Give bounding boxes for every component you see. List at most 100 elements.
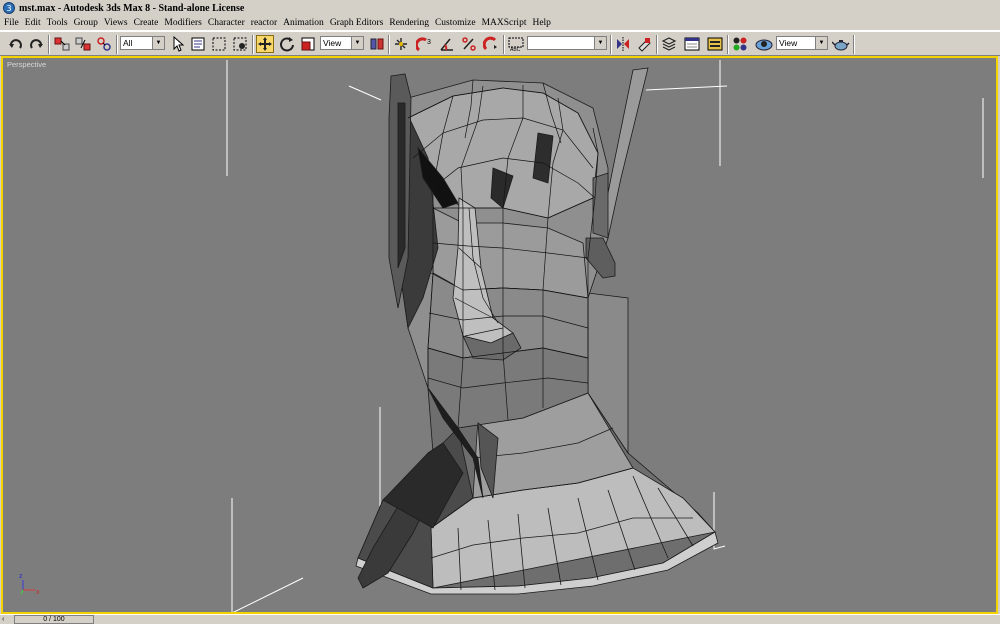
space-warp-icon bbox=[97, 37, 111, 51]
menu-graph-editors[interactable]: Graph Editors bbox=[327, 18, 387, 28]
select-and-scale-button[interactable] bbox=[299, 35, 317, 53]
curve-editor-button[interactable] bbox=[683, 35, 701, 53]
axis-label-z: z bbox=[19, 573, 23, 580]
menu-rendering[interactable]: Rendering bbox=[386, 18, 432, 28]
render-scene-button[interactable] bbox=[755, 35, 773, 53]
toolbar-separator bbox=[503, 35, 505, 54]
chevron-down-icon: ▼ bbox=[815, 37, 827, 49]
link-icon bbox=[54, 37, 70, 51]
named-selection-dropdown[interactable]: ▼ bbox=[527, 36, 607, 50]
select-by-name-button[interactable] bbox=[189, 35, 207, 53]
render-scene-icon bbox=[755, 39, 773, 51]
toolbar-separator bbox=[656, 35, 658, 54]
svg-text:ABC: ABC bbox=[510, 47, 521, 52]
abc-selection-icon: ABC bbox=[508, 37, 524, 52]
spinner-snap-icon bbox=[483, 36, 497, 51]
reference-coord-dropdown[interactable]: View ▼ bbox=[320, 36, 364, 50]
schematic-icon bbox=[707, 37, 723, 51]
teapot-icon bbox=[832, 40, 850, 51]
cursor-arrow-icon bbox=[173, 36, 185, 52]
head-mesh bbox=[355, 67, 719, 595]
move-icon bbox=[258, 37, 272, 51]
chevron-down-icon: ▼ bbox=[152, 37, 164, 49]
layers-icon bbox=[661, 37, 677, 51]
app-icon[interactable]: 3 bbox=[3, 2, 15, 14]
toolbar-separator bbox=[388, 35, 390, 54]
align-button[interactable] bbox=[635, 35, 653, 53]
percent-snap-button[interactable] bbox=[460, 35, 478, 53]
rotate-icon bbox=[280, 37, 294, 52]
select-and-rotate-button[interactable] bbox=[278, 35, 296, 53]
select-by-name-icon bbox=[191, 37, 205, 51]
snaps-toggle-button[interactable]: 3 bbox=[416, 35, 434, 53]
reference-coord-value: View bbox=[323, 38, 342, 48]
axis-label-x: x bbox=[36, 589, 40, 596]
undo-icon bbox=[9, 39, 22, 49]
menu-animation[interactable]: Animation bbox=[280, 18, 327, 28]
chevron-down-icon: ▼ bbox=[594, 37, 606, 49]
menu-maxscript[interactable]: MAXScript bbox=[479, 18, 530, 28]
axis-tripod: z x bbox=[19, 573, 40, 596]
spinner-snap-button[interactable] bbox=[482, 35, 500, 53]
toolbar-separator bbox=[610, 35, 612, 54]
material-editor-button[interactable] bbox=[731, 35, 749, 53]
mirror-icon bbox=[617, 37, 629, 51]
scene-canvas: z x bbox=[19, 60, 984, 612]
window-crossing-icon bbox=[233, 37, 247, 51]
layer-manager-button[interactable] bbox=[660, 35, 678, 53]
window-crossing-button[interactable] bbox=[231, 35, 249, 53]
menu-modifiers[interactable]: Modifiers bbox=[161, 18, 204, 28]
menu-tools[interactable]: Tools bbox=[44, 18, 71, 28]
perspective-viewport[interactable]: Perspective z x bbox=[1, 56, 998, 614]
menu-edit[interactable]: Edit bbox=[22, 18, 44, 28]
window-title: mst.max - Autodesk 3ds Max 8 - Stand-alo… bbox=[19, 2, 245, 14]
snap-3d-icon: 3 bbox=[416, 37, 431, 52]
menu-customize[interactable]: Customize bbox=[432, 18, 479, 28]
menu-views[interactable]: Views bbox=[101, 18, 131, 28]
select-object-button[interactable] bbox=[169, 35, 187, 53]
material-editor-icon bbox=[733, 37, 747, 51]
rect-selection-icon bbox=[212, 37, 226, 51]
curve-editor-icon bbox=[684, 37, 700, 51]
unlink-selection-button[interactable] bbox=[74, 35, 92, 53]
menu-help[interactable]: Help bbox=[529, 18, 553, 28]
undo-button[interactable] bbox=[7, 35, 25, 53]
menu-file[interactable]: File bbox=[0, 18, 22, 28]
select-and-move-button[interactable] bbox=[256, 35, 274, 53]
menu-group[interactable]: Group bbox=[71, 18, 101, 28]
toolbar-separator bbox=[853, 35, 855, 54]
angle-snap-icon bbox=[440, 38, 453, 51]
pivot-center-icon bbox=[370, 38, 384, 50]
menu-character[interactable]: Character bbox=[205, 18, 248, 28]
selection-filter-value: All bbox=[123, 38, 133, 48]
angle-snap-button[interactable] bbox=[438, 35, 456, 53]
render-type-dropdown[interactable]: View ▼ bbox=[776, 36, 828, 50]
svg-text:3: 3 bbox=[427, 39, 431, 46]
app-icon-glyph: 3 bbox=[6, 3, 12, 13]
bind-to-space-warp-button[interactable] bbox=[95, 35, 113, 53]
menu-reactor[interactable]: reactor bbox=[248, 18, 280, 28]
align-icon bbox=[638, 38, 651, 52]
redo-button[interactable] bbox=[27, 35, 45, 53]
rectangular-selection-button[interactable] bbox=[210, 35, 228, 53]
menu-create[interactable]: Create bbox=[131, 18, 162, 28]
toolbar-separator bbox=[252, 35, 254, 54]
menu-bar: File Edit Tools Group Views Create Modif… bbox=[0, 16, 1000, 31]
edit-named-selection-button[interactable]: ABC bbox=[507, 35, 525, 53]
select-and-manipulate-button[interactable] bbox=[392, 35, 410, 53]
redo-icon bbox=[30, 39, 43, 49]
chevron-down-icon: ▼ bbox=[351, 37, 363, 49]
schematic-view-button[interactable] bbox=[706, 35, 724, 53]
quick-render-button[interactable] bbox=[832, 35, 850, 53]
unlink-icon bbox=[75, 37, 91, 51]
title-bar: 3 mst.max - Autodesk 3ds Max 8 - Stand-a… bbox=[0, 0, 1000, 16]
select-and-link-button[interactable] bbox=[53, 35, 71, 53]
pivot-center-button[interactable] bbox=[368, 35, 386, 53]
mirror-button[interactable] bbox=[614, 35, 632, 53]
selection-filter-dropdown[interactable]: All ▼ bbox=[120, 36, 165, 50]
toolbar-separator bbox=[727, 35, 729, 54]
toolbar-separator bbox=[48, 35, 50, 54]
render-type-value: View bbox=[779, 38, 798, 48]
percent-snap-icon bbox=[462, 37, 476, 51]
scale-icon bbox=[301, 37, 315, 51]
